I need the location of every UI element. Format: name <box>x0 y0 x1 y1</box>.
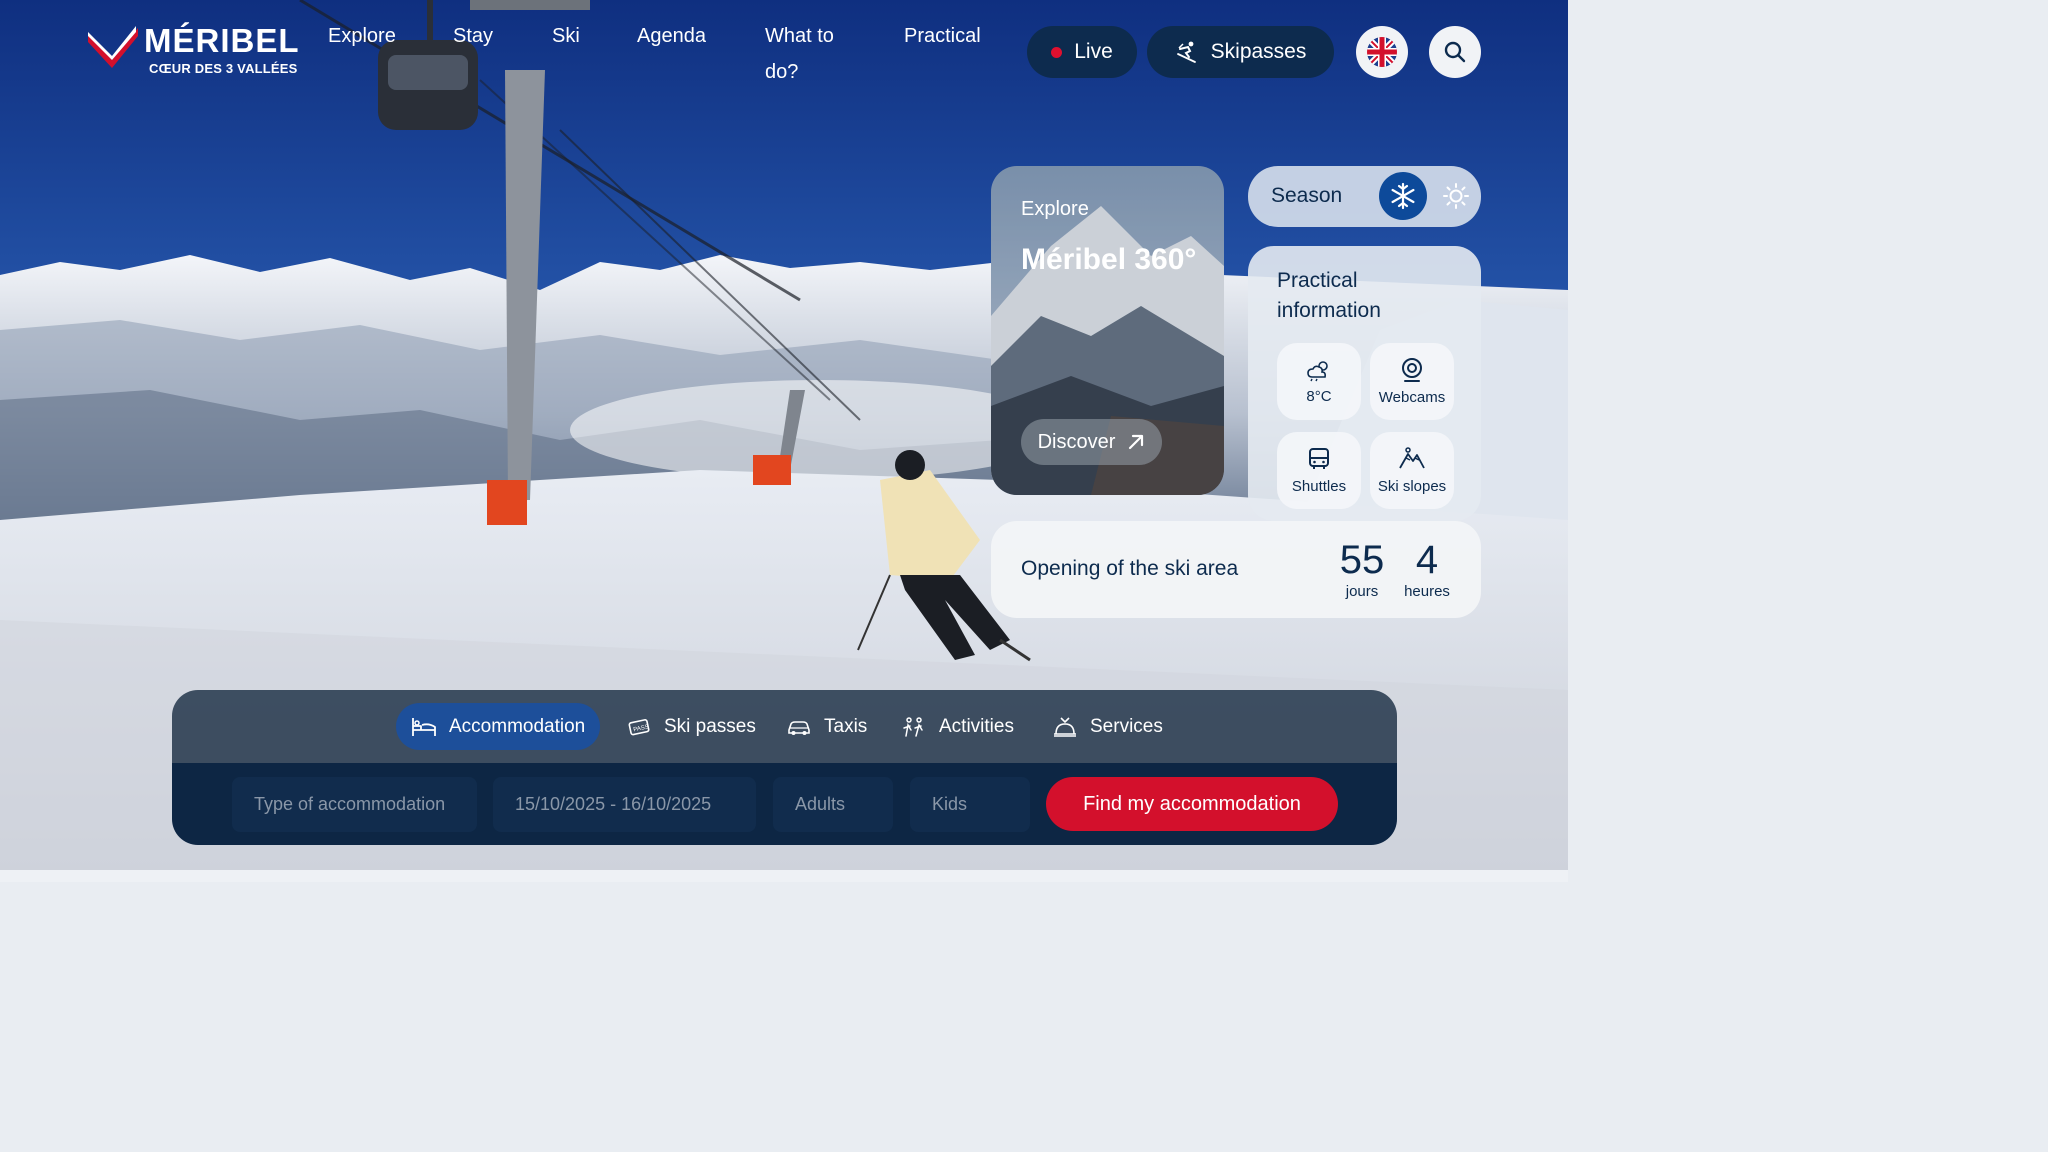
kids-field[interactable]: Kids <box>910 777 1030 832</box>
countdown-days-value: 55 <box>1339 538 1385 582</box>
season-label: Season <box>1271 184 1343 207</box>
weather-temperature: 8°C <box>1306 388 1332 405</box>
discover-button[interactable]: Discover <box>1021 419 1162 465</box>
live-dot-icon <box>1051 46 1063 58</box>
discover-label: Discover <box>1037 430 1116 453</box>
logo-tagline: CŒUR DES 3 VALLÉES <box>149 61 298 76</box>
bus-icon <box>1309 448 1329 469</box>
language-switch-button[interactable] <box>1356 26 1408 78</box>
meribel-logo[interactable]: MÉRIBEL CŒUR DES 3 VALLÉES <box>86 22 301 82</box>
find-accommodation-button[interactable]: Find my accommodation <box>1046 777 1338 831</box>
snowflake-icon <box>1391 182 1415 210</box>
practical-information-panel: Practical information 8°C Webcams Shuttl… <box>1248 246 1481 521</box>
tab-ski-passes-label: Ski passes <box>664 715 756 737</box>
booking-tabs-bar <box>172 690 1397 763</box>
shuttles-label: Shuttles <box>1291 478 1347 495</box>
pass-icon: PASS <box>628 718 650 735</box>
explore-card-title: Méribel 360° <box>1021 243 1197 276</box>
skipasses-label: Skipasses <box>1210 40 1307 63</box>
search-button[interactable] <box>1429 26 1481 78</box>
skier-icon <box>1176 41 1196 63</box>
weather-icon <box>1307 361 1328 382</box>
weather-tile[interactable]: 8°C <box>1277 343 1361 420</box>
logo-chevron-icon <box>88 26 138 68</box>
booking-search-panel: Accommodation PASS Ski passes Taxis Acti… <box>172 690 1397 845</box>
countdown-hours: 4 heures <box>1399 537 1455 600</box>
uk-flag-icon <box>1367 37 1397 67</box>
tab-accommodation[interactable]: Accommodation <box>396 703 601 750</box>
nav-item-what-to-do-line1[interactable]: What to <box>765 18 834 54</box>
ski-slopes-tile[interactable]: Ski slopes <box>1370 432 1454 509</box>
nav-item-stay[interactable]: Stay <box>453 18 493 54</box>
date-range-field[interactable]: 15/10/2025 - 16/10/2025 <box>493 777 756 832</box>
practical-title: Practical information <box>1277 269 1381 322</box>
adults-field[interactable]: Adults <box>773 777 893 832</box>
opening-label: Opening of the ski area <box>1021 557 1239 580</box>
nav-item-explore[interactable]: Explore <box>328 18 396 54</box>
activities-icon <box>903 716 923 737</box>
skipasses-button[interactable]: Skipasses <box>1147 26 1334 78</box>
nav-item-practical[interactable]: Practical <box>904 18 981 54</box>
explore-360-card[interactable]: Explore Méribel 360° Discover <box>991 166 1224 495</box>
season-toggle: Season <box>1248 166 1481 227</box>
services-icon <box>1054 716 1076 737</box>
arrow-up-right-icon <box>1129 434 1144 450</box>
ski-slopes-label: Ski slopes <box>1377 478 1447 495</box>
season-summer-button[interactable] <box>1432 172 1480 220</box>
sun-icon <box>1443 183 1469 209</box>
live-button[interactable]: Live <box>1027 26 1137 78</box>
countdown-hours-unit: heures <box>1404 583 1450 600</box>
car-icon <box>788 720 810 735</box>
accommodation-type-select[interactable]: Type of accommodation <box>232 777 477 832</box>
tab-ski-passes[interactable]: PASS Ski passes <box>628 703 756 750</box>
countdown-hours-value: 4 <box>1415 538 1439 582</box>
ski-area-opening-countdown: Opening of the ski area 55 jours 4 heure… <box>991 521 1481 618</box>
tab-services[interactable]: Services <box>1052 703 1163 750</box>
tab-services-label: Services <box>1090 715 1163 737</box>
shuttles-tile[interactable]: Shuttles <box>1277 432 1361 509</box>
season-winter-button[interactable] <box>1379 172 1427 220</box>
webcam-icon <box>1402 358 1422 382</box>
countdown-days: 55 jours <box>1336 537 1388 600</box>
nav-item-what-to-do-line2[interactable]: do? <box>765 54 798 90</box>
webcams-label: Webcams <box>1378 389 1446 406</box>
bed-icon <box>412 717 436 736</box>
tab-taxis[interactable]: Taxis <box>786 703 867 750</box>
tab-taxis-label: Taxis <box>824 715 868 737</box>
nav-item-ski[interactable]: Ski <box>552 18 580 54</box>
webcams-tile[interactable]: Webcams <box>1370 343 1454 420</box>
slopes-icon <box>1399 447 1425 469</box>
countdown-days-unit: jours <box>1345 583 1379 600</box>
explore-card-kicker: Explore <box>1021 198 1089 220</box>
tab-accommodation-label: Accommodation <box>449 715 586 737</box>
search-icon <box>1444 41 1466 63</box>
tab-activities-label: Activities <box>939 715 1014 737</box>
tab-activities[interactable]: Activities <box>901 703 1014 750</box>
logo-wordmark: MÉRIBEL <box>144 22 300 59</box>
nav-item-agenda[interactable]: Agenda <box>637 18 706 54</box>
live-label: Live <box>1074 40 1113 63</box>
page-bottom-strip <box>0 870 1568 882</box>
